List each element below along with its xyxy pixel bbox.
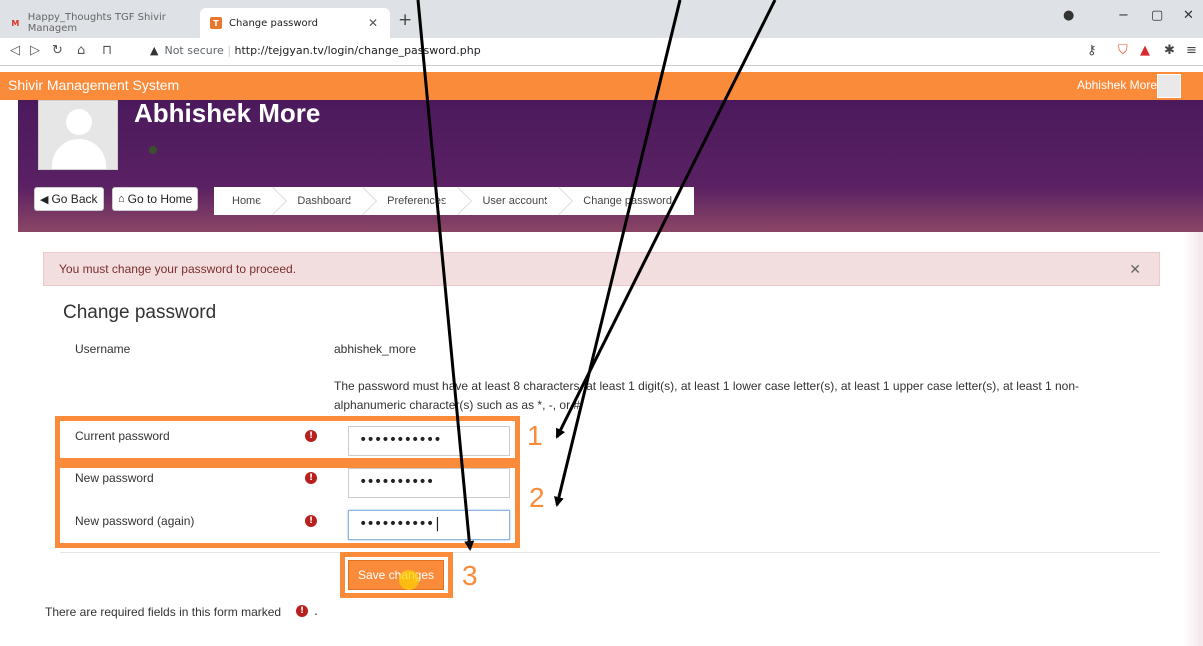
username-label: Username <box>75 342 131 356</box>
address-bar[interactable]: ▲ Not secure | http://tejgyan.tv/login/ch… <box>150 44 481 57</box>
gmail-icon: M <box>11 18 20 28</box>
user-menu[interactable]: Abhishek More <box>1077 78 1157 92</box>
breadcrumb-user-account[interactable]: User account <box>464 187 565 215</box>
bookmark-icon[interactable]: ⊓ <box>102 43 112 58</box>
tab-title: Happy_Thoughts TGF Shivir Managem <box>27 12 166 34</box>
annotation-number-3: 3 <box>462 560 478 591</box>
site-favicon-icon: T <box>210 17 222 29</box>
page-edge <box>1183 232 1203 646</box>
back-icon[interactable]: ◁ <box>10 43 20 58</box>
breadcrumb-preferences[interactable]: Preferences <box>369 187 464 215</box>
annotation-number-2: 2 <box>529 482 545 513</box>
go-back-label: Go Back <box>51 192 98 206</box>
required-fields-note-end: . <box>314 604 318 618</box>
browser-tab-strip: M Happy_Thoughts TGF Shivir Managem T Ch… <box>0 0 1203 38</box>
site-brand[interactable]: Shivir Management System <box>8 77 179 93</box>
profile-name: Abhishek More <box>134 98 321 128</box>
alert-message: You must change your password to proceed… <box>59 262 297 276</box>
annotation-number-1: 1 <box>527 420 543 451</box>
browser-toolbar: ◁ ▷ ↻ ⌂ ⊓ ▲ Not secure | http://tejgyan.t… <box>0 38 1203 66</box>
browser-tab-shivir[interactable]: M Happy_Thoughts TGF Shivir Managem <box>0 8 198 38</box>
maximize-window-button[interactable]: ▢ <box>1151 8 1163 23</box>
screen: M Happy_Thoughts TGF Shivir Managem T Ch… <box>0 0 1203 646</box>
annotation-box-2 <box>55 463 520 548</box>
exclamation-circle-icon: ! <box>296 605 308 617</box>
annotation-box-1 <box>55 416 520 463</box>
reload-icon[interactable]: ↻ <box>52 43 63 58</box>
breadcrumb: Home Dashboard Preferences User account … <box>214 187 694 215</box>
form-title: Change password <box>63 302 217 323</box>
forward-icon[interactable]: ▷ <box>30 43 40 58</box>
profile-avatar <box>38 100 118 170</box>
new-tab-button[interactable]: + <box>398 10 412 30</box>
tab-title: Change password <box>229 17 318 29</box>
breadcrumb-change-password: Change password <box>583 195 672 207</box>
password-rules: The password must have at least 8 charac… <box>334 379 1080 412</box>
user-avatar[interactable] <box>1157 74 1181 98</box>
home-browser-icon[interactable]: ⌂ <box>77 43 85 58</box>
go-to-home-button[interactable]: ⌂ Go to Home <box>112 187 199 211</box>
brave-shield-icon[interactable]: ⛉ <box>1118 43 1128 58</box>
arrow-left-circle-icon: ◀ <box>40 193 49 206</box>
home-icon: ⌂ <box>118 193 125 205</box>
profile-icon[interactable]: ● <box>1063 8 1074 23</box>
close-tab-icon[interactable]: ✕ <box>368 16 378 30</box>
minimize-window-button[interactable]: − <box>1118 8 1129 23</box>
rewards-icon[interactable]: ▲ <box>1140 43 1150 58</box>
security-label: Not secure <box>164 44 224 57</box>
menu-icon[interactable]: ≡ <box>1186 43 1197 58</box>
username-value: abhishek_more <box>334 342 417 356</box>
url-text: http://tejgyan.tv/login/change_password.… <box>234 44 481 57</box>
browser-tab-change-password[interactable]: T Change password ✕ <box>200 8 390 38</box>
key-icon[interactable]: ⚷ <box>1087 43 1097 58</box>
close-icon[interactable]: ✕ <box>1129 261 1141 278</box>
annotation-box-3 <box>340 552 453 598</box>
go-back-button[interactable]: ◀ Go Back <box>34 187 104 211</box>
go-to-home-label: Go to Home <box>127 192 193 206</box>
close-window-button[interactable]: ✕ <box>1183 8 1194 23</box>
site-navbar: Shivir Management System Abhishek More <box>0 72 1203 100</box>
status-dot-icon <box>149 146 157 154</box>
extensions-icon[interactable]: ✱ <box>1164 43 1175 58</box>
required-fields-note: There are required fields in this form m… <box>45 605 282 619</box>
divider <box>60 552 1160 553</box>
breadcrumb-dashboard[interactable]: Dashboard <box>279 187 369 215</box>
alert-banner: You must change your password to proceed… <box>43 252 1160 286</box>
profile-header: Abhishek More ◀ Go Back ⌂ Go to Home Hom… <box>18 98 1203 245</box>
warning-icon: ▲ <box>150 44 159 57</box>
breadcrumb-home[interactable]: Home <box>214 187 279 215</box>
